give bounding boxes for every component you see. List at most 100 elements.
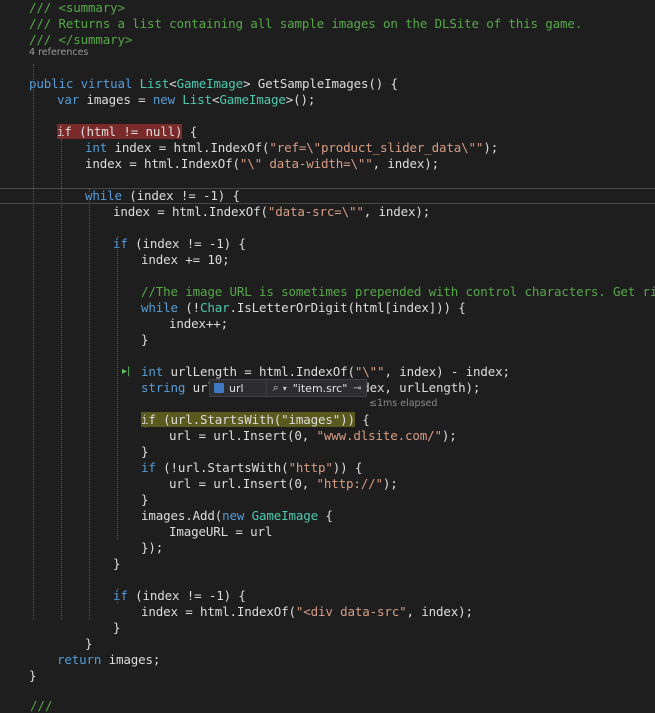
code-token: new [222, 508, 252, 523]
code-token: ); [382, 476, 398, 491]
code-token: >(); [285, 92, 316, 107]
code-line[interactable]: /// Returns a list containing all sample… [29, 16, 582, 32]
code-line[interactable]: if (index != -1) { [113, 588, 246, 604]
code-line[interactable]: } [29, 668, 37, 684]
instruction-pointer-icon[interactable]: ▸| [122, 367, 130, 377]
code-token: { [182, 124, 198, 139]
code-token: virtual [80, 76, 140, 91]
code-line[interactable]: index = html.IndexOf("data-src=\"", inde… [113, 204, 430, 220]
code-line[interactable]: }); [141, 540, 163, 556]
code-token: url = url.Insert(0, [169, 476, 317, 491]
code-line[interactable]: ImageURL = url [169, 524, 272, 540]
code-token: "\"" [354, 364, 385, 379]
code-line[interactable]: } [113, 556, 121, 572]
code-line[interactable]: url = url.Insert(0, "www.dlsite.com/"); [169, 428, 457, 444]
code-editor[interactable]: 4 references /// <summary>/// Returns a … [0, 0, 655, 712]
code-token: ); [483, 140, 499, 155]
code-token: index = html.IndexOf( [113, 204, 268, 219]
next-doc-comment: /// [30, 698, 53, 713]
code-token: List [139, 76, 170, 91]
code-line[interactable]: while (!Char.IsLetterOrDigit(html[index]… [141, 300, 466, 316]
datatip-value[interactable]: "item.src" [293, 382, 348, 395]
code-line[interactable]: int urlLength = html.IndexOf("\"", index… [141, 364, 510, 380]
code-line[interactable]: var images = new List<GameImage>(); [57, 92, 315, 108]
code-token: "ref=\"product_slider_data\"" [269, 140, 484, 155]
code-token: string [141, 380, 193, 395]
code-line[interactable]: } [113, 620, 121, 636]
code-token: "www.dlsite.com/" [316, 428, 443, 443]
code-token: var [57, 92, 87, 107]
magnifier-icon[interactable]: ⌕ [273, 381, 279, 395]
pin-icon[interactable]: ⊸ [353, 383, 361, 394]
code-line[interactable]: index += 10; [141, 252, 230, 268]
code-token: } [141, 492, 149, 507]
code-token: /// <summary> [29, 0, 125, 15]
code-token: "\" data-width=\"" [239, 156, 373, 171]
code-token: } [141, 444, 149, 459]
datatip-variable-name: url [229, 381, 244, 395]
code-token: { [318, 508, 333, 523]
code-token: } [29, 668, 37, 683]
code-token: images; [108, 652, 161, 667]
datatip-url[interactable]: url ⌕ ▾ "item.src" ⊸ [209, 379, 367, 397]
code-token: }); [141, 540, 164, 555]
breakpoint-highlight: if (html != null) [57, 124, 183, 139]
code-line[interactable]: images.Add(new GameImage { [141, 508, 333, 524]
code-line[interactable]: return images; [57, 652, 160, 668]
code-token: while [85, 188, 130, 203]
field-icon [214, 383, 224, 393]
code-token: (index != -1) { [135, 588, 246, 603]
code-token: int [85, 140, 115, 155]
code-line[interactable]: if (index != -1) { [113, 236, 246, 252]
code-line[interactable]: /// <summary> [29, 0, 125, 16]
code-line[interactable]: int index = html.IndexOf("ref=\"product_… [85, 140, 498, 156]
code-line[interactable]: if (url.StartsWith("images")) { [141, 412, 370, 428]
code-line[interactable]: public virtual List<GameImage> GetSample… [29, 76, 398, 92]
code-token: "<div data-src" [295, 604, 407, 619]
code-token: /// Returns a list containing all sample… [29, 16, 583, 31]
code-token: , index) - index; [384, 364, 510, 379]
code-token: new [152, 92, 183, 107]
code-token: (index != -1) { [129, 188, 240, 203]
code-token: images = [86, 92, 153, 107]
code-line[interactable]: } [85, 636, 93, 652]
indent-guide [145, 412, 146, 428]
code-line[interactable]: if (!url.StartsWith("http")) { [141, 460, 362, 476]
indent-guide [33, 64, 34, 620]
code-token: return [57, 652, 109, 667]
code-token: ImageURL = url [169, 524, 273, 539]
perf-tip[interactable]: ≤1ms elapsed [369, 398, 437, 409]
code-token: , index); [406, 604, 474, 619]
code-token: "http://" [316, 476, 384, 491]
code-token: index = html.IndexOf( [85, 156, 240, 171]
code-token: , index); [372, 156, 440, 171]
code-line[interactable]: } [141, 492, 149, 508]
code-token: } [141, 332, 149, 347]
codelens-references[interactable]: 4 references [29, 47, 88, 59]
code-token: < [169, 76, 177, 91]
code-line[interactable]: } [141, 444, 149, 460]
code-line[interactable]: index = html.IndexOf("\" data-width=\"",… [85, 156, 439, 172]
code-token: index += 10; [141, 252, 230, 267]
code-token: } [113, 620, 121, 635]
code-token: "http" [288, 460, 333, 475]
code-token: } [85, 636, 93, 651]
code-token: index++; [169, 316, 229, 331]
code-line[interactable]: } [141, 332, 149, 348]
code-token: "data-src=\"" [267, 204, 364, 219]
code-line[interactable]: index++; [169, 316, 228, 332]
code-line[interactable]: url = url.Insert(0, "http://"); [169, 476, 398, 492]
code-line[interactable]: /// </summary> [29, 32, 132, 48]
code-line[interactable]: while (index != -1) { [85, 188, 240, 204]
indent-guide [117, 236, 118, 540]
chevron-down-icon[interactable]: ▾ [283, 384, 287, 393]
code-token: images.Add( [141, 508, 223, 523]
code-line[interactable]: if (html != null) { [57, 124, 197, 140]
code-line[interactable]: //The image URL is sometimes prepended w… [141, 284, 655, 300]
code-token: int [141, 364, 171, 379]
code-token: > GetSampleImages() { [242, 76, 398, 91]
code-token: List [182, 92, 212, 107]
code-token: , index); [363, 204, 431, 219]
code-token: ); [441, 428, 457, 443]
code-line[interactable]: index = html.IndexOf("<div data-src", in… [141, 604, 473, 620]
